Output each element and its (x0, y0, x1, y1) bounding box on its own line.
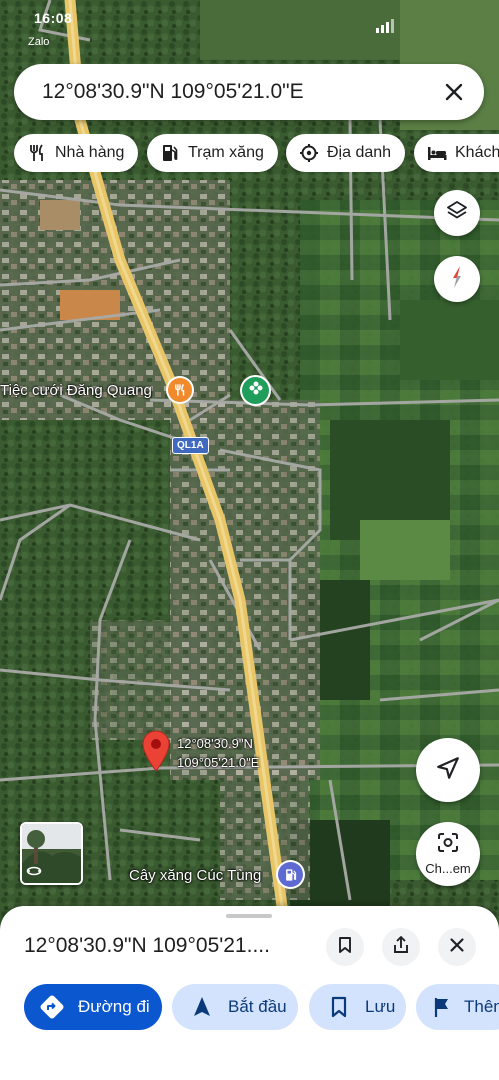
chip-landmarks[interactable]: Địa danh (286, 134, 406, 172)
lens-button[interactable]: Ch...em (416, 822, 480, 886)
park-poi-marker[interactable] (242, 377, 269, 404)
restaurant-icon (26, 142, 48, 164)
gas-station-icon (159, 142, 181, 164)
share-button[interactable] (382, 928, 420, 966)
chip-label: Nhà hàng (55, 144, 125, 161)
start-label: Bắt đầu (228, 997, 287, 1016)
poi-label-gas-station[interactable]: Cây xăng Cúc Tùng (129, 867, 261, 884)
place-title: 12°08'30.9"N 109°05'21.... (24, 934, 270, 957)
restaurant-poi-marker[interactable] (168, 378, 192, 402)
gas-station-poi-marker[interactable] (278, 862, 303, 887)
directions-button[interactable]: Đường đi (24, 984, 162, 1030)
my-location-button[interactable] (416, 738, 480, 802)
close-sheet-button[interactable] (438, 928, 476, 966)
close-icon (449, 937, 465, 958)
save-button[interactable]: Lưu (309, 984, 406, 1030)
search-bar[interactable]: 12°08'30.9"N 109°05'21.0"E (14, 64, 484, 120)
dropped-pin[interactable] (140, 728, 172, 772)
navigation-icon (188, 993, 216, 1021)
layers-button[interactable] (434, 190, 480, 236)
add-label-button[interactable]: Thêm nhãn (416, 984, 499, 1030)
save-icon-button[interactable] (326, 928, 364, 966)
chip-restaurants[interactable]: Nhà hàng (14, 134, 139, 172)
share-icon (392, 935, 410, 960)
compass-icon (445, 264, 469, 295)
signal-icon (375, 18, 395, 37)
start-navigation-button[interactable]: Bắt đầu (172, 984, 298, 1030)
chip-label: Khách sạn (455, 144, 499, 161)
chip-hotels[interactable]: Khách sạn (414, 134, 499, 172)
status-time: 16:08 (34, 10, 73, 26)
layers-icon (445, 199, 469, 228)
flower-icon (248, 380, 264, 401)
highway-shield: QL1A (172, 437, 209, 454)
category-chips: Nhà hàng Trạm xăng Địa danh Khách sạn (14, 134, 499, 172)
poi-label-restaurant[interactable]: Tiệc cưới Đăng Quang (0, 382, 152, 399)
save-label: Lưu (365, 997, 396, 1016)
flag-icon (432, 993, 452, 1021)
pin-label-lat: 12°08'30.9"N (177, 736, 253, 751)
close-icon[interactable] (438, 76, 470, 108)
bookmark-icon (325, 993, 353, 1021)
landmark-icon (298, 142, 320, 164)
add-label-label: Thêm nhãn (464, 997, 499, 1016)
lens-label: Ch...em (425, 861, 471, 876)
bookmark-icon (337, 936, 353, 959)
hotel-icon (426, 142, 448, 164)
pin-label-lng: 109°05'21.0"E (177, 755, 260, 770)
search-query[interactable]: 12°08'30.9"N 109°05'21.0"E (42, 80, 304, 104)
pin-coordinate-label: 12°08'30.9"N 109°05'21.0"E (177, 734, 259, 772)
navigation-arrow-icon (435, 755, 461, 786)
directions-label: Đường đi (78, 997, 150, 1016)
place-bottom-sheet[interactable]: 12°08'30.9"N 109°05'21.... Đường đi Bắt … (0, 906, 499, 1080)
street-view-thumbnail[interactable] (20, 822, 83, 885)
compass-button[interactable] (434, 256, 480, 302)
street-view-icon (26, 863, 42, 881)
chip-label: Trạm xăng (188, 144, 264, 161)
chip-label: Địa danh (327, 144, 392, 161)
chip-gas-stations[interactable]: Trạm xăng (147, 134, 278, 172)
sheet-drag-handle[interactable] (226, 914, 272, 918)
notification-app-icon: Zalo (28, 36, 50, 48)
directions-icon (38, 993, 66, 1021)
status-bar: 16:08 Zalo (0, 0, 499, 48)
lens-icon (436, 832, 460, 859)
